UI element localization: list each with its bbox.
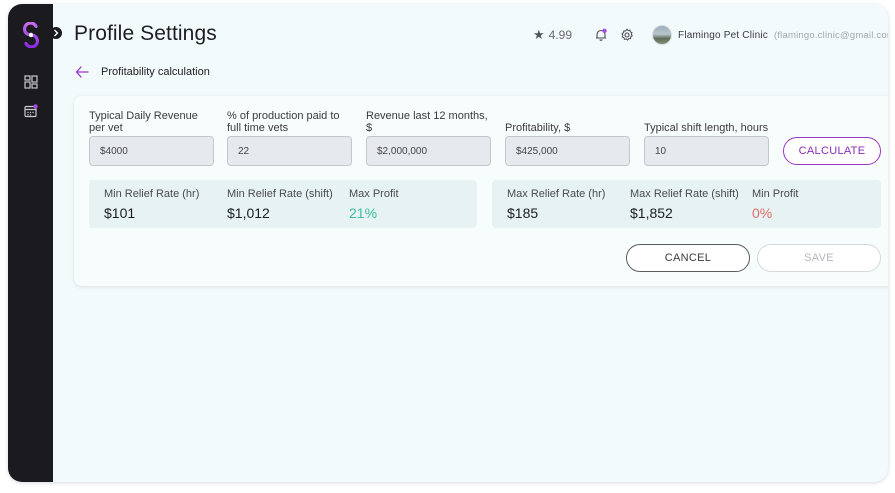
metric-label: Max Relief Rate (shift) bbox=[630, 188, 739, 200]
back-arrow-icon[interactable] bbox=[75, 66, 89, 78]
field-label: Profitability, $ bbox=[505, 122, 571, 134]
cancel-button[interactable]: CANCEL bbox=[626, 244, 750, 272]
metric-label: Max Relief Rate (hr) bbox=[507, 188, 606, 200]
sidebar bbox=[8, 4, 53, 482]
field-label: Typical Daily Revenue per vet bbox=[89, 110, 198, 134]
metric-label: Max Profit bbox=[349, 188, 399, 200]
metric-label: Min Relief Rate (shift) bbox=[227, 188, 333, 200]
profitability-input[interactable] bbox=[505, 136, 630, 166]
clinic-email: (flamingo.clinic@gmail.com) bbox=[773, 29, 888, 41]
metric-max-hr: Max Relief Rate (hr) $185 bbox=[507, 188, 605, 221]
field-production-paid: % of production paid to full time vets bbox=[227, 108, 352, 166]
gear-icon[interactable] bbox=[620, 28, 634, 42]
field-label: Revenue last 12 months, $ bbox=[366, 110, 488, 134]
save-button[interactable]: SAVE bbox=[757, 244, 881, 272]
metric-value: $1,852 bbox=[630, 205, 673, 221]
metric-value: $1,012 bbox=[227, 205, 270, 221]
app-logo[interactable] bbox=[21, 22, 41, 48]
field-label: Typical shift length, hours bbox=[644, 122, 769, 134]
metric-value: 21% bbox=[349, 205, 378, 221]
min-results-panel: Min Relief Rate (hr) $101 Min Relief Rat… bbox=[89, 180, 477, 228]
clinic-name: Flamingo Pet Clinic bbox=[678, 29, 768, 41]
metric-max-shift: Max Relief Rate (shift) $1,852 bbox=[630, 188, 739, 221]
section-header: Profitability calculation bbox=[75, 66, 210, 78]
calendar-icon[interactable] bbox=[24, 104, 38, 118]
page-title: Profile Settings bbox=[74, 22, 217, 45]
field-shift-length: Typical shift length, hours bbox=[644, 108, 769, 166]
rating-value: 4.99 bbox=[548, 28, 573, 42]
metric-value: $101 bbox=[104, 205, 136, 221]
calculate-button[interactable]: CALCULATE bbox=[783, 137, 881, 165]
metric-min-profit: Min Profit 0% bbox=[752, 188, 798, 221]
metric-value: $185 bbox=[507, 205, 539, 221]
shift-length-input[interactable] bbox=[644, 136, 769, 166]
avatar bbox=[652, 25, 673, 45]
metric-min-shift: Min Relief Rate (shift) $1,012 bbox=[227, 188, 333, 221]
field-profitability: Profitability, $ bbox=[505, 108, 630, 166]
chevron-right-icon bbox=[54, 29, 59, 37]
calendar-badge bbox=[33, 104, 38, 109]
field-label: % of production paid to full time vets bbox=[227, 110, 340, 134]
max-results-panel: Max Relief Rate (hr) $185 Max Relief Rat… bbox=[492, 180, 881, 228]
metric-max-profit: Max Profit 21% bbox=[349, 188, 399, 221]
section-title: Profitability calculation bbox=[101, 66, 210, 78]
bell-icon[interactable] bbox=[594, 28, 608, 42]
field-daily-revenue: Typical Daily Revenue per vet bbox=[89, 108, 214, 166]
app-window: Profile Settings ★ 4.99 Flamingo Pet Cli… bbox=[8, 4, 888, 482]
sidebar-expand-button[interactable] bbox=[50, 27, 62, 39]
metric-label: Min Profit bbox=[752, 188, 799, 200]
rating: ★ 4.99 bbox=[533, 27, 572, 43]
main-content: Profile Settings ★ 4.99 Flamingo Pet Cli… bbox=[53, 4, 888, 482]
metric-label: Min Relief Rate (hr) bbox=[104, 188, 200, 200]
metric-min-hr: Min Relief Rate (hr) $101 bbox=[104, 188, 199, 221]
revenue-12-months-input[interactable] bbox=[366, 136, 491, 166]
dashboard-icon[interactable] bbox=[24, 75, 38, 89]
star-icon: ★ bbox=[533, 27, 545, 42]
daily-revenue-input[interactable] bbox=[89, 136, 214, 166]
profile-menu[interactable]: Flamingo Pet Clinic (flamingo.clinic@gma… bbox=[652, 25, 888, 45]
field-revenue-12-months: Revenue last 12 months, $ bbox=[366, 108, 491, 166]
top-bar: ★ 4.99 Flamingo Pet Clinic (flamingo.cli… bbox=[533, 25, 888, 45]
production-paid-input[interactable] bbox=[227, 136, 352, 166]
metric-value: 0% bbox=[752, 205, 773, 221]
profitability-card: Typical Daily Revenue per vet % of produ… bbox=[74, 96, 888, 286]
